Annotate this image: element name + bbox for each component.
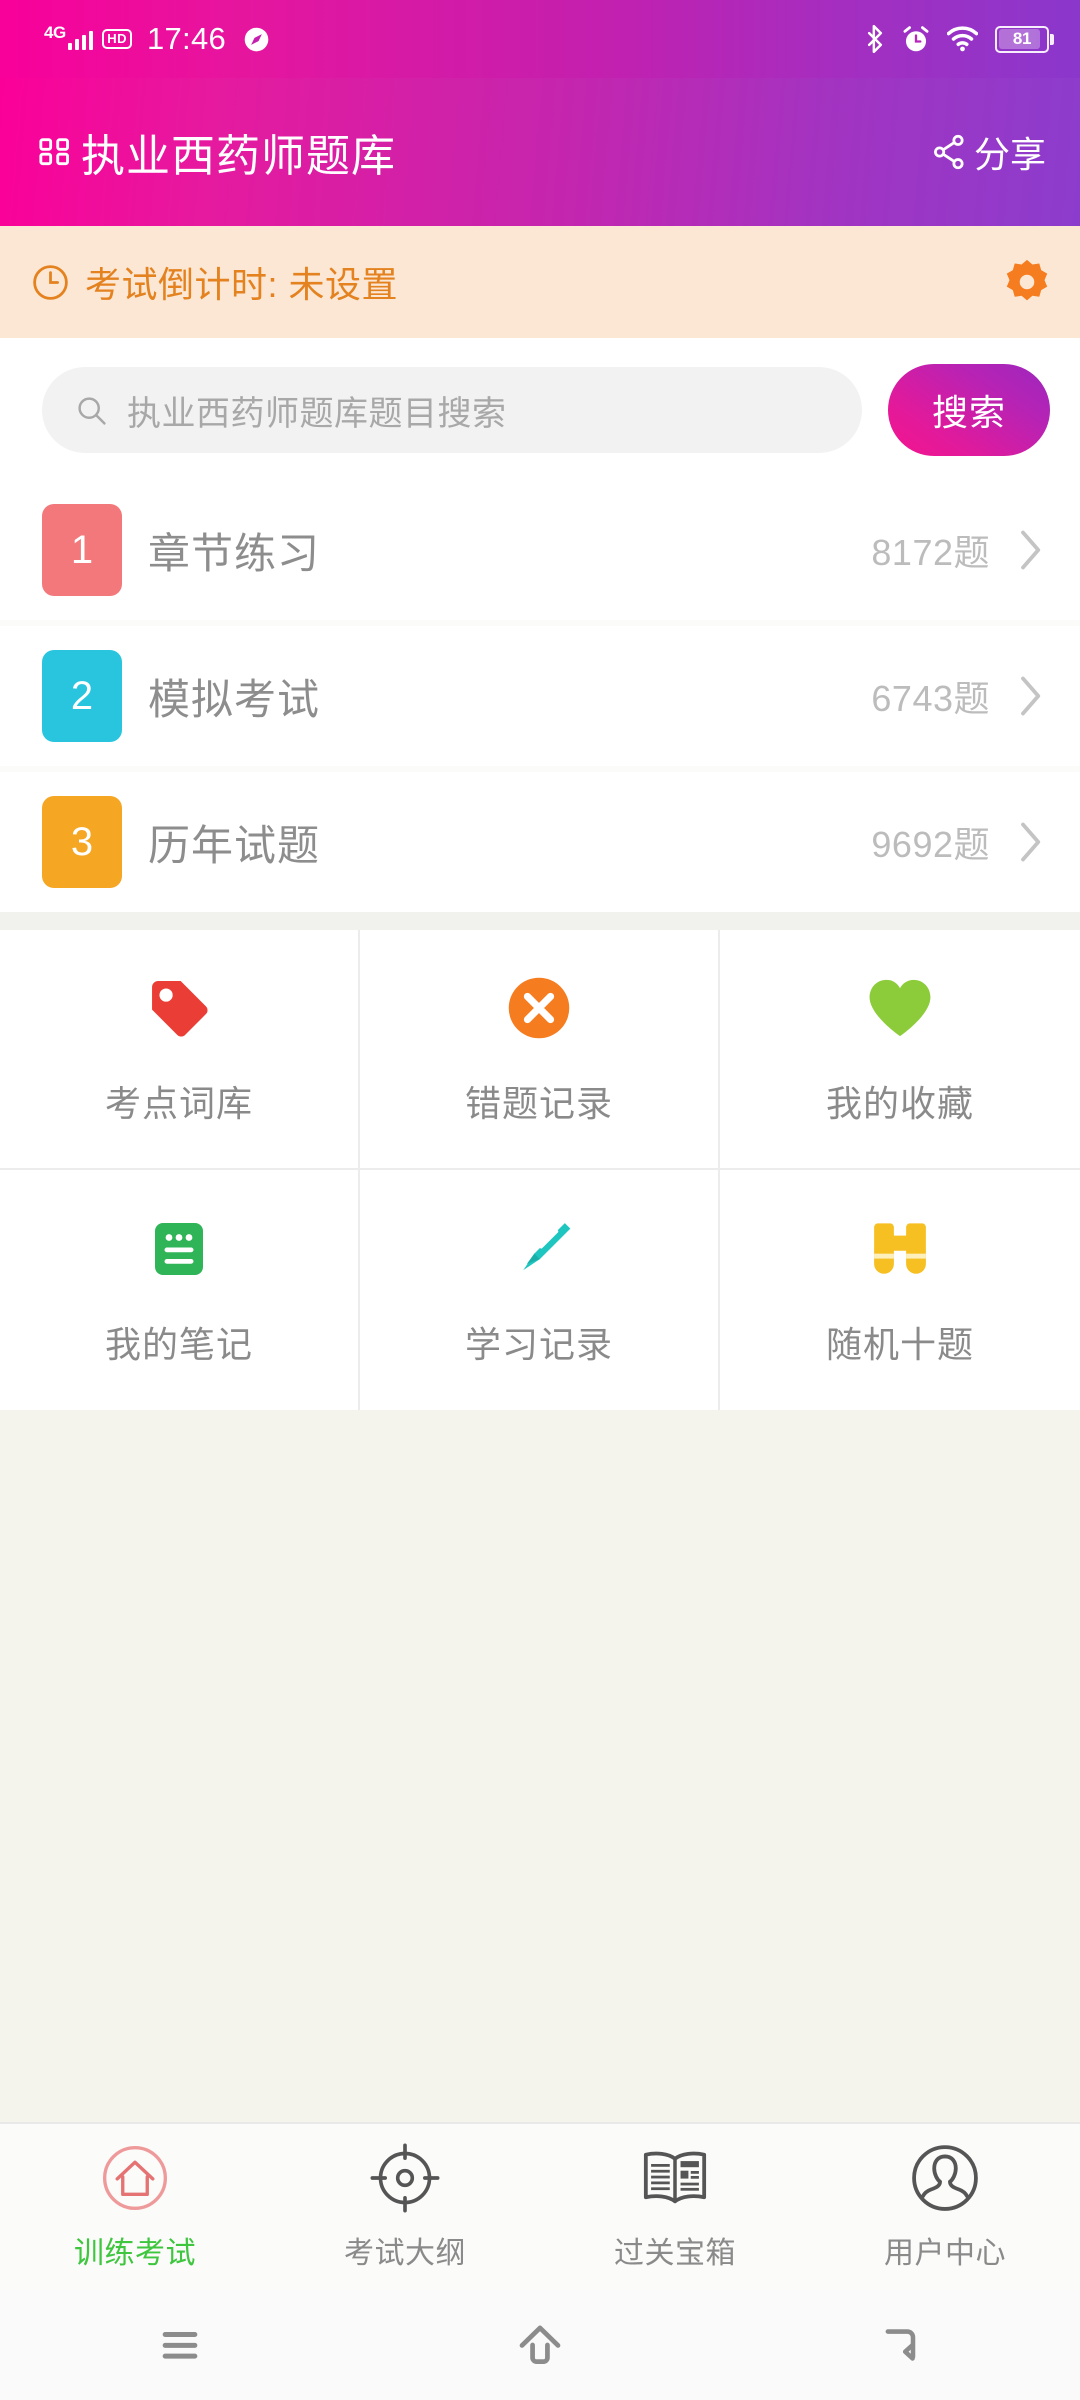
app-header: 执业西药师题库 分享 xyxy=(0,78,1080,226)
row-number-badge: 3 xyxy=(42,796,122,888)
grid-item-label: 考点词库 xyxy=(104,1083,253,1124)
list-item[interactable]: 3 历年试题 9692题 xyxy=(0,772,1080,912)
list-item[interactable]: 1 章节练习 8172题 xyxy=(0,480,1080,620)
share-button[interactable]: 分享 xyxy=(932,126,1046,178)
row-title: 章节练习 xyxy=(148,529,321,577)
grid-item-label: 学习记录 xyxy=(464,1324,613,1365)
chevron-right-icon xyxy=(1021,676,1041,716)
row-title: 历年试题 xyxy=(148,821,321,869)
search-icon xyxy=(78,396,106,425)
grid-item-label: 错题记录 xyxy=(464,1083,613,1124)
grid-item-my-notes[interactable]: 我的笔记 xyxy=(0,1170,360,1410)
clock-icon xyxy=(33,264,68,300)
grid-item-wrong-answers[interactable]: 错题记录 xyxy=(360,930,720,1170)
search-section: 执业西药师题库题目搜索 搜索 xyxy=(0,338,1080,480)
content-blank-area xyxy=(0,1410,1080,2122)
tab-pass-treasure-box[interactable]: 过关宝箱 xyxy=(540,2142,810,2272)
tag-icon xyxy=(142,971,216,1045)
binoculars-icon xyxy=(863,1212,937,1286)
signal-bars-icon xyxy=(67,29,94,50)
network-type-label: 4G xyxy=(44,22,66,42)
bottom-tab-bar: 训练考试 考试大纲 过关宝箱 用户中心 xyxy=(0,2122,1080,2290)
grid-item-random-ten[interactable]: 随机十题 xyxy=(720,1170,1080,1410)
list-item[interactable]: 2 模拟考试 6743题 xyxy=(0,626,1080,766)
pencil-icon xyxy=(502,1212,576,1286)
grid-menu-icon[interactable] xyxy=(38,137,72,167)
heart-icon xyxy=(863,971,937,1045)
status-bar-left: 4G HD 17:46 xyxy=(44,21,270,57)
battery-level-label: 81 xyxy=(1012,29,1032,48)
alarm-icon xyxy=(903,25,929,51)
recents-menu-icon[interactable] xyxy=(151,2316,209,2374)
status-bar: 4G HD 17:46 81 xyxy=(0,0,1080,78)
speedometer-icon xyxy=(244,27,269,51)
tab-training-exam[interactable]: 训练考试 xyxy=(0,2142,270,2272)
tab-user-center[interactable]: 用户中心 xyxy=(810,2142,1080,2272)
share-icon xyxy=(934,134,964,170)
app-root: 4G HD 17:46 81 执业西药师题库 分享 考试倒计时: 未设置 执业西… xyxy=(0,0,1080,2400)
chevron-right-icon xyxy=(1021,530,1041,570)
row-number-badge: 2 xyxy=(42,650,122,742)
row-title: 模拟考试 xyxy=(148,675,321,723)
newspaper-icon xyxy=(639,2142,711,2214)
section-divider xyxy=(0,912,1080,930)
category-list: 1 章节练习 8172题 2 模拟考试 6743题 3 历年试题 9692题 xyxy=(0,480,1080,912)
row-count: 9692题 xyxy=(871,824,990,865)
bluetooth-icon xyxy=(867,25,883,53)
countdown-left: 考试倒计时: 未设置 xyxy=(32,256,398,308)
android-navigation-bar xyxy=(0,2290,1080,2400)
row-count: 6743题 xyxy=(871,678,990,719)
search-button[interactable]: 搜索 xyxy=(888,364,1050,456)
status-bar-right: 81 xyxy=(865,25,1054,54)
row-number-badge: 1 xyxy=(42,504,122,596)
target-icon xyxy=(369,2142,441,2214)
countdown-text: 考试倒计时: 未设置 xyxy=(85,264,399,305)
note-icon xyxy=(142,1212,216,1286)
user-circle-icon xyxy=(909,2142,981,2214)
share-label: 分享 xyxy=(973,134,1046,175)
hd-icon: HD xyxy=(102,29,132,49)
battery-icon: 81 xyxy=(995,25,1054,53)
search-input[interactable]: 执业西药师题库题目搜索 xyxy=(42,367,862,453)
grid-item-label: 我的笔记 xyxy=(104,1324,253,1365)
grid-item-study-record[interactable]: 学习记录 xyxy=(360,1170,720,1410)
search-placeholder: 执业西药师题库题目搜索 xyxy=(127,394,507,433)
signal-group: 4G xyxy=(44,24,94,50)
tab-exam-outline[interactable]: 考试大纲 xyxy=(270,2142,540,2272)
exam-countdown-banner[interactable]: 考试倒计时: 未设置 xyxy=(0,226,1080,338)
grid-item-label: 随机十题 xyxy=(825,1324,974,1365)
close-circle-icon xyxy=(502,971,576,1045)
grid-item-favorites[interactable]: 我的收藏 xyxy=(720,930,1080,1170)
tab-label: 考试大纲 xyxy=(344,2237,466,2270)
feature-grid: 考点词库 错题记录 我的收藏 我的笔记 学习记录 随机十题 xyxy=(0,930,1080,1410)
wifi-icon xyxy=(947,26,978,52)
home-circle-icon xyxy=(99,2142,171,2214)
grid-item-label: 我的收藏 xyxy=(825,1083,974,1124)
gear-icon[interactable] xyxy=(1002,257,1052,307)
back-icon[interactable] xyxy=(871,2316,929,2374)
tab-label: 训练考试 xyxy=(74,2237,196,2270)
chevron-right-icon xyxy=(1021,822,1041,862)
tab-label: 用户中心 xyxy=(884,2237,1006,2270)
home-icon[interactable] xyxy=(511,2316,569,2374)
status-bar-clock: 17:46 xyxy=(146,21,227,56)
brand-area: 执业西药师题库 xyxy=(38,120,396,184)
row-count: 8172题 xyxy=(871,532,990,573)
grid-item-keyword-bank[interactable]: 考点词库 xyxy=(0,930,360,1170)
tab-label: 过关宝箱 xyxy=(614,2237,736,2270)
page-title: 执业西药师题库 xyxy=(81,132,396,181)
